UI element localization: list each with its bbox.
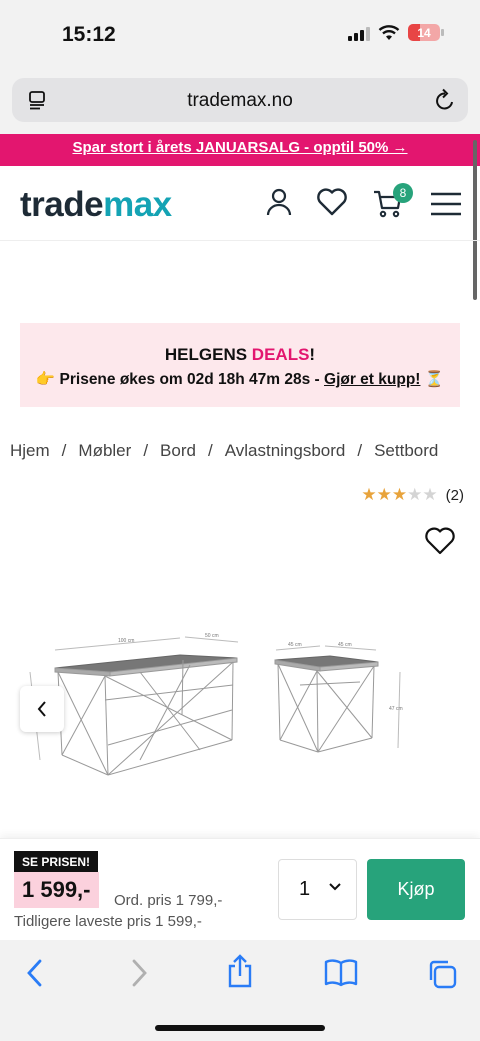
signal-icon — [348, 25, 370, 41]
chevron-left-icon — [37, 701, 46, 717]
trademax-logo[interactable]: trademax — [20, 185, 172, 225]
wifi-icon — [378, 24, 400, 40]
star-filled-icon: ★ — [361, 485, 377, 504]
product-image[interactable]: 100 cm 50 cm 45 cm 45 cm 47 cm — [0, 610, 480, 820]
pointing-hand-icon: 👉 — [35, 371, 56, 388]
add-to-wishlist-icon[interactable] — [424, 527, 456, 555]
back-icon[interactable] — [24, 958, 46, 988]
deals-title: HELGENS DEALS! — [164, 345, 316, 364]
quantity-value: 1 — [299, 878, 311, 900]
dimension-label: 45 cm — [338, 642, 352, 648]
breadcrumb-item[interactable]: Bord — [160, 441, 196, 460]
status-icons: 14 — [348, 24, 444, 41]
buy-bar: SE PRISEN! 1 599,- Ord. pris 1 799,- Tid… — [0, 838, 480, 940]
dimension-label: 47 cm — [389, 706, 403, 712]
battery-icon: 14 — [408, 24, 444, 41]
star-filled-icon: ★ — [376, 485, 392, 504]
cart-count-badge: 8 — [393, 183, 413, 203]
deals-link[interactable]: Gjør et kupp! — [324, 371, 420, 388]
product-rating[interactable]: ★★★★★ (2) — [361, 485, 464, 505]
promo-link[interactable]: Spar stort i årets JANUARSALG - opptil 5… — [72, 139, 407, 156]
share-icon[interactable] — [226, 954, 254, 988]
address-bar[interactable]: trademax.no — [12, 78, 468, 122]
wishlist-icon[interactable] — [316, 187, 348, 217]
forward-icon[interactable] — [128, 958, 150, 988]
breadcrumb-item[interactable]: Avlastningsbord — [225, 441, 346, 460]
chevron-down-icon — [329, 883, 341, 891]
bookmarks-icon[interactable] — [324, 958, 358, 988]
weekend-deals-banner[interactable]: HELGENS DEALS! 👉 Prisene økes om 02d 18h… — [20, 323, 460, 407]
account-icon[interactable] — [266, 187, 292, 217]
site-header: trademax 8 — [0, 167, 480, 241]
breadcrumb-item[interactable]: Møbler — [78, 441, 131, 460]
menu-icon[interactable] — [430, 191, 462, 217]
status-bar: 15:12 14 — [0, 0, 480, 70]
original-price: Ord. pris 1 799,- — [114, 892, 223, 909]
prev-image-button[interactable] — [20, 686, 64, 732]
status-time: 15:12 — [62, 23, 116, 46]
deals-countdown: 👉 Prisene økes om 02d 18h 47m 28s - Gjør… — [35, 371, 445, 388]
dimension-label: 50 cm — [205, 633, 219, 639]
star-empty-icon: ★ — [422, 485, 438, 504]
current-price: 1 599,- — [14, 872, 99, 908]
battery-level: 14 — [417, 25, 431, 40]
lowest-price: Tidligere laveste pris 1 599,- — [14, 913, 202, 930]
url-text[interactable]: trademax.no — [12, 90, 468, 112]
breadcrumb-item[interactable]: Settbord — [374, 441, 438, 460]
star-filled-icon: ★ — [391, 485, 408, 504]
browser-toolbar — [0, 940, 480, 1041]
rating-stars: ★★★★★ — [361, 485, 437, 505]
review-count: (2) — [445, 486, 464, 504]
browser-chrome: trademax.no — [0, 70, 480, 134]
reload-icon[interactable] — [434, 88, 456, 112]
see-price-badge: SE PRISEN! — [14, 851, 99, 873]
breadcrumb-item[interactable]: Hjem — [10, 441, 50, 460]
home-indicator — [155, 1025, 325, 1031]
quantity-select[interactable]: 1 — [278, 859, 357, 920]
dimension-label: 45 cm — [288, 642, 302, 648]
dimension-label: 100 cm — [118, 638, 134, 644]
promo-banner: Spar stort i årets JANUARSALG - opptil 5… — [0, 134, 480, 166]
tabs-icon[interactable] — [426, 958, 458, 990]
star-empty-icon: ★ — [407, 485, 423, 504]
breadcrumb: Hjem / Møbler / Bord / Avlastningsbord / Settbor… — [10, 441, 439, 460]
hourglass-icon: ⏳ — [424, 371, 445, 388]
buy-button[interactable]: Kjøp — [367, 859, 465, 920]
